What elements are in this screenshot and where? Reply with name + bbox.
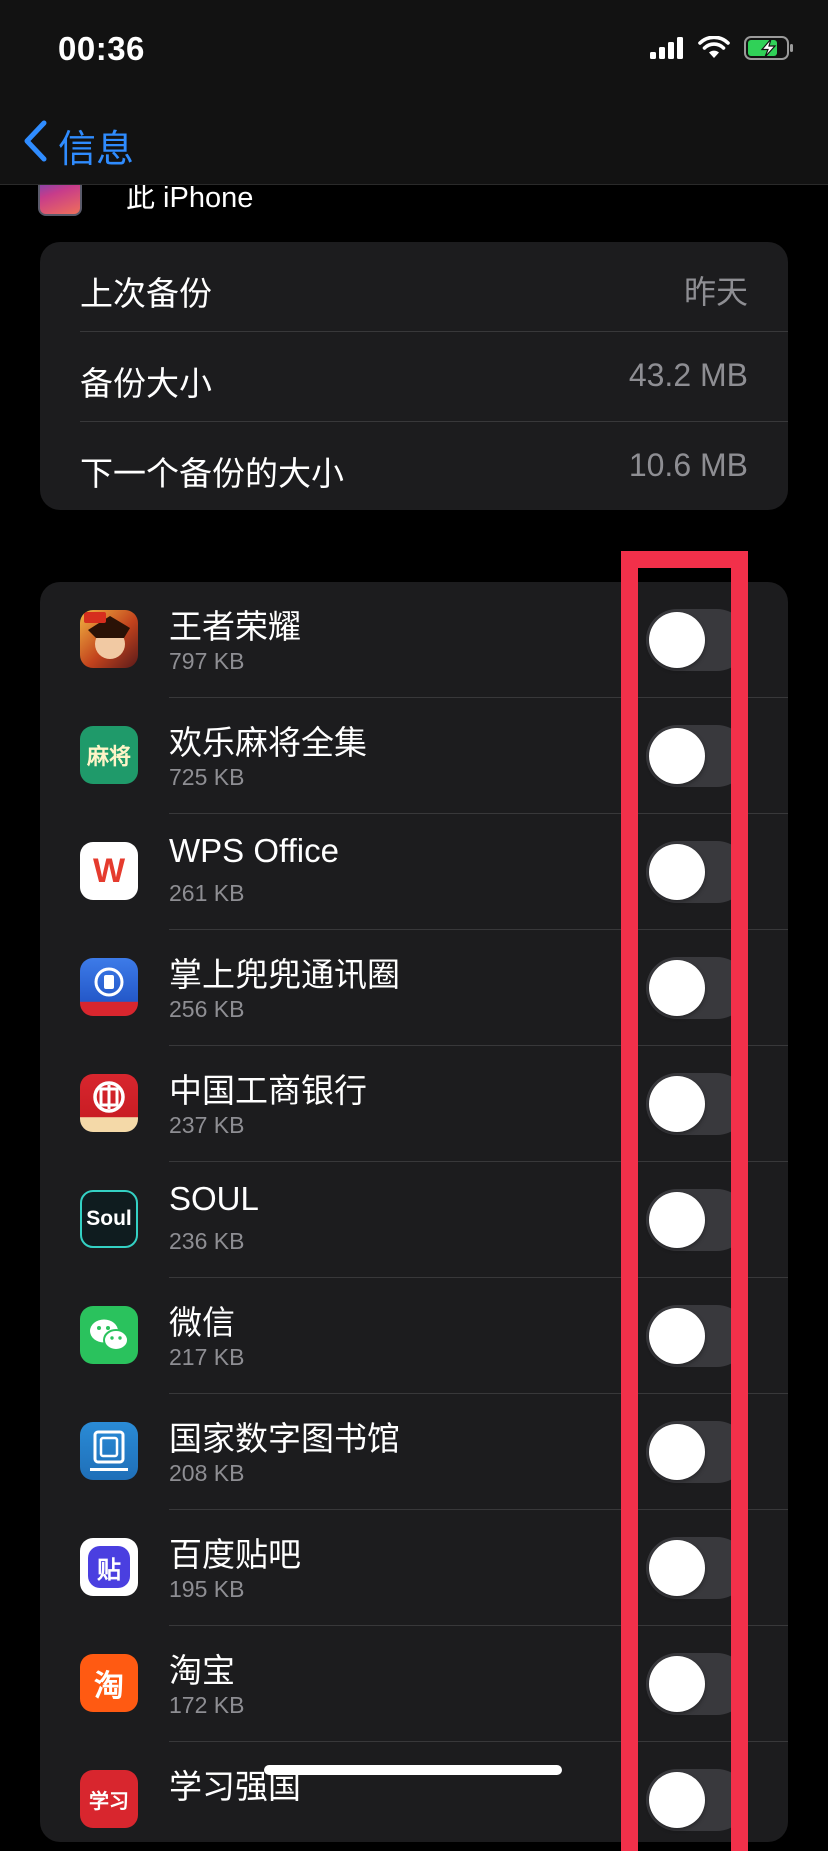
app-backup-toggle[interactable] bbox=[646, 1537, 748, 1599]
toggle-knob bbox=[649, 1192, 705, 1248]
app-backup-toggle[interactable] bbox=[646, 1653, 748, 1715]
app-size: 237 KB bbox=[169, 1112, 245, 1138]
toggle-knob bbox=[649, 1540, 705, 1596]
app-name: WPS Office bbox=[169, 832, 339, 869]
list-item: 国家数字图书馆 208 KB bbox=[40, 1394, 788, 1510]
list-item: Soul SOUL 236 KB bbox=[40, 1162, 788, 1278]
app-size: 195 KB bbox=[169, 1576, 245, 1602]
toggle-knob bbox=[649, 960, 705, 1016]
status-bar: 00:36 bbox=[0, 0, 828, 100]
last-backup-label: 上次备份 bbox=[80, 275, 212, 312]
list-item: 贴 百度贴吧 195 KB bbox=[40, 1510, 788, 1626]
app-size: 236 KB bbox=[169, 1228, 245, 1254]
apps-list-card: 王者荣耀 797 KB 麻将 欢乐麻将全集 725 KB W WPS Offic… bbox=[40, 582, 788, 1842]
list-item: 学习 学习强国 bbox=[40, 1742, 788, 1842]
app-name: 淘宝 bbox=[169, 1652, 235, 1689]
toggle-knob bbox=[649, 1424, 705, 1480]
taobao-icon: 淘 bbox=[80, 1654, 138, 1712]
toggle-knob bbox=[649, 728, 705, 784]
backup-size-value: 43.2 MB bbox=[628, 357, 748, 393]
mahjong-icon: 麻将 bbox=[80, 726, 138, 784]
home-indicator[interactable] bbox=[264, 1765, 562, 1775]
backup-info-card: 上次备份 昨天 备份大小 43.2 MB 下一个备份的大小 10.6 MB bbox=[40, 242, 788, 510]
app-size: 797 KB bbox=[169, 648, 245, 674]
toggle-knob bbox=[649, 1772, 705, 1828]
toggle-knob bbox=[649, 1656, 705, 1712]
back-button[interactable]: 信息 bbox=[22, 118, 134, 173]
status-icons bbox=[650, 35, 794, 65]
last-backup-row: 上次备份 昨天 bbox=[40, 242, 788, 331]
app-size: 208 KB bbox=[169, 1460, 245, 1486]
app-size: 261 KB bbox=[169, 880, 245, 906]
list-item: 掌上兜兜通讯圈 256 KB bbox=[40, 930, 788, 1046]
app-size: 172 KB bbox=[169, 1692, 245, 1718]
soul-glyph: Soul bbox=[86, 1207, 132, 1230]
tieba-badge: 贴 bbox=[88, 1546, 130, 1588]
app-name: 王者荣耀 bbox=[169, 608, 301, 645]
app-backup-toggle[interactable] bbox=[646, 1073, 748, 1135]
taobao-glyph: 淘 bbox=[94, 1670, 124, 1703]
doudou-icon bbox=[80, 958, 138, 1016]
toggle-knob bbox=[649, 1308, 705, 1364]
app-size: 256 KB bbox=[169, 996, 245, 1022]
xuexi-glyph: 学习 bbox=[89, 1790, 129, 1813]
xuexi-qiangguo-icon: 学习 bbox=[80, 1770, 138, 1828]
list-item: 微信 217 KB bbox=[40, 1278, 788, 1394]
national-library-icon bbox=[80, 1422, 138, 1480]
baidu-tieba-icon: 贴 bbox=[80, 1538, 138, 1596]
back-button-label: 信息 bbox=[58, 129, 135, 171]
wps-glyph: W bbox=[92, 851, 126, 890]
app-name: SOUL bbox=[169, 1180, 259, 1217]
backup-size-row: 备份大小 43.2 MB bbox=[40, 332, 788, 421]
honor-of-kings-icon bbox=[80, 610, 138, 668]
next-backup-size-value: 10.6 MB bbox=[628, 447, 748, 483]
list-item: 中国工商银行 237 KB bbox=[40, 1046, 788, 1162]
battery-charging-icon bbox=[744, 36, 794, 65]
toggle-knob bbox=[649, 844, 705, 900]
app-size: 217 KB bbox=[169, 1344, 245, 1370]
toggle-knob bbox=[649, 1076, 705, 1132]
app-backup-toggle[interactable] bbox=[646, 1769, 748, 1831]
app-name: 百度贴吧 bbox=[169, 1536, 301, 1573]
app-name: 中国工商银行 bbox=[169, 1072, 367, 1109]
chevron-left-icon bbox=[22, 120, 48, 172]
list-item: 麻将 欢乐麻将全集 725 KB bbox=[40, 698, 788, 814]
app-backup-toggle[interactable] bbox=[646, 1189, 748, 1251]
app-backup-toggle[interactable] bbox=[646, 725, 748, 787]
app-size: 725 KB bbox=[169, 764, 245, 790]
list-item: W WPS Office 261 KB bbox=[40, 814, 788, 930]
app-name: 掌上兜兜通讯圈 bbox=[169, 956, 400, 993]
toggle-knob bbox=[649, 612, 705, 668]
tieba-glyph: 贴 bbox=[97, 1556, 121, 1584]
list-item: 王者荣耀 797 KB bbox=[40, 582, 788, 698]
next-backup-size-label: 下一个备份的大小 bbox=[80, 455, 344, 492]
list-item: 淘 淘宝 172 KB bbox=[40, 1626, 788, 1742]
wps-office-icon: W bbox=[80, 842, 138, 900]
icbc-icon bbox=[80, 1074, 138, 1132]
last-backup-value: 昨天 bbox=[683, 274, 748, 310]
wechat-icon bbox=[80, 1306, 138, 1364]
app-backup-toggle[interactable] bbox=[646, 1421, 748, 1483]
app-backup-toggle[interactable] bbox=[646, 609, 748, 671]
app-name: 欢乐麻将全集 bbox=[169, 724, 367, 761]
backup-size-label: 备份大小 bbox=[80, 365, 212, 402]
mahjong-glyph: 麻将 bbox=[86, 744, 131, 769]
navigation-bar: 信息 bbox=[0, 100, 828, 185]
app-name: 国家数字图书馆 bbox=[169, 1420, 400, 1457]
app-backup-toggle[interactable] bbox=[646, 1305, 748, 1367]
app-backup-toggle[interactable] bbox=[646, 957, 748, 1019]
status-time: 00:36 bbox=[58, 30, 145, 67]
wifi-icon bbox=[698, 35, 730, 65]
app-name: 微信 bbox=[169, 1304, 235, 1341]
app-backup-toggle[interactable] bbox=[646, 841, 748, 903]
next-backup-size-row: 下一个备份的大小 10.6 MB bbox=[40, 422, 788, 510]
cellular-signal-icon bbox=[650, 37, 684, 64]
soul-icon: Soul bbox=[80, 1190, 138, 1248]
